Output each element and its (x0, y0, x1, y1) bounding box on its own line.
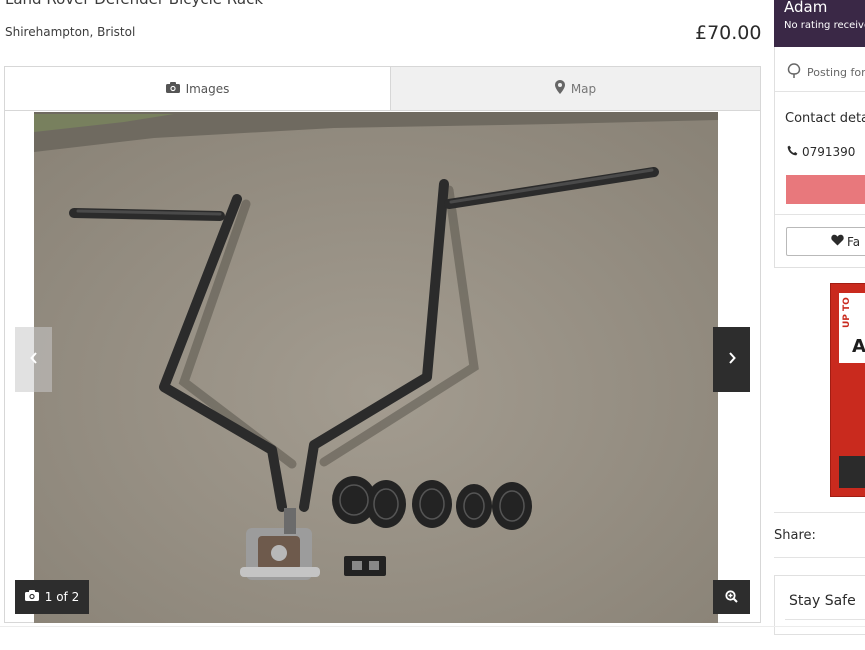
advert-button[interactable] (839, 456, 865, 488)
page-divider (0, 626, 865, 627)
chevron-left-icon (29, 351, 38, 368)
divider (774, 557, 865, 558)
seller-header[interactable]: Adam No rating received (774, 0, 865, 47)
advert-vertical-text: UP TO (842, 297, 852, 328)
advert-headline: A (852, 336, 865, 357)
tab-map-label: Map (570, 81, 597, 96)
contact-seller-button[interactable] (786, 175, 865, 204)
tab-images-label: Images (185, 81, 230, 96)
phone-number-text: 0791390 (802, 145, 856, 159)
listing-photo[interactable] (34, 112, 718, 623)
divider (775, 91, 865, 92)
image-counter-text: 1 of 2 (44, 590, 80, 604)
seller-rating: No rating received (784, 20, 865, 31)
chevron-right-icon (728, 351, 736, 368)
contact-details-title: Contact details (785, 111, 865, 126)
gallery-tabs: Images Map (5, 67, 760, 111)
divider (775, 214, 865, 215)
listing-price: £70.00 (695, 22, 762, 44)
image-gallery: Images Map 1 of 2 (4, 66, 761, 623)
divider (774, 512, 865, 513)
advert-banner[interactable]: UP TO A (830, 283, 865, 497)
favourite-button[interactable]: Fa (786, 227, 865, 256)
seller-name: Adam (784, 0, 828, 16)
divider (785, 619, 865, 620)
phone-icon (787, 145, 798, 159)
favourite-label: Fa (847, 234, 861, 249)
tab-images[interactable]: Images (5, 67, 391, 110)
heart-icon (831, 234, 844, 249)
contact-card: Posting for Contact details 0791390 Fa (774, 47, 865, 268)
phone-number[interactable]: 0791390 (787, 145, 855, 159)
listing-location: Shirehampton, Bristol (5, 25, 136, 39)
tab-map[interactable]: Map (391, 67, 760, 110)
image-counter: 1 of 2 (15, 580, 89, 614)
zoom-in-icon (725, 588, 738, 607)
camera-icon (165, 81, 180, 96)
posting-for: Posting for (787, 63, 865, 82)
posting-for-text: Posting for (807, 66, 865, 79)
stay-safe-title: Stay Safe (789, 593, 856, 609)
zoom-button[interactable] (713, 580, 750, 614)
map-pin-icon (554, 80, 565, 97)
listing-title: Land Rover Defender Bicycle Rack (5, 0, 263, 8)
camera-icon (24, 590, 39, 604)
next-image-button[interactable] (713, 327, 750, 392)
share-label: Share: (774, 528, 816, 543)
previous-image-button[interactable] (15, 327, 52, 392)
tree-icon (787, 63, 801, 82)
